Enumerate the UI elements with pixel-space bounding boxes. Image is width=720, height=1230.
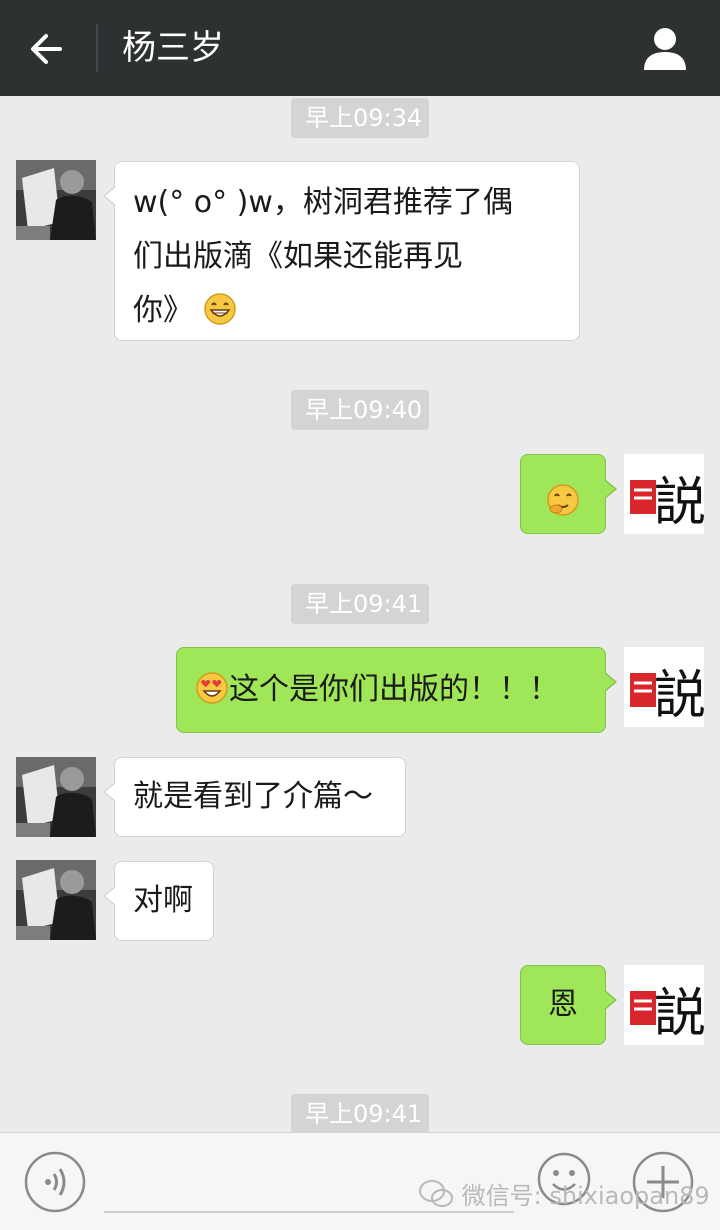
contact-photo-avatar	[16, 757, 96, 837]
timestamp: 早上09:40	[291, 390, 429, 430]
incoming-message-bubble[interactable]: 就是看到了介篇～	[103, 757, 406, 837]
self-avatar[interactable]: 説	[624, 454, 706, 534]
self-avatar[interactable]: 説	[624, 965, 706, 1045]
header-divider	[96, 24, 98, 72]
voice-icon	[24, 1151, 86, 1213]
contact-info-button[interactable]	[638, 24, 692, 74]
message-text: 你》	[133, 293, 193, 328]
avatar[interactable]	[16, 757, 96, 837]
outgoing-message-bubble[interactable]	[520, 454, 617, 534]
contact-photo-avatar	[16, 160, 96, 240]
timestamp: 早上09:41	[291, 1094, 429, 1134]
heart-eyes-emoji-icon	[196, 672, 228, 704]
avatar[interactable]	[16, 160, 96, 240]
chuckle-emoji-icon	[547, 484, 579, 516]
outgoing-message-bubble[interactable]: 这个是你们出版的！！！	[176, 647, 617, 733]
incoming-message-bubble[interactable]: 对啊	[103, 861, 214, 941]
shuo-logo-icon: 説	[624, 647, 706, 727]
grin-emoji-icon	[203, 293, 236, 325]
message-text: 就是看到了介篇～	[133, 779, 373, 814]
message-text-line: 们出版滴《如果还能再见	[133, 239, 463, 274]
contact-photo-avatar	[16, 860, 96, 940]
incoming-message-bubble[interactable]: w(° o° )w，树洞君推荐了偶 们出版滴《如果还能再见 你》	[103, 161, 580, 341]
timestamp: 早上09:41	[291, 584, 429, 624]
svg-text:説: 説	[654, 666, 704, 726]
message-text: 对啊	[133, 883, 193, 918]
logo-glyph: 説	[654, 473, 704, 533]
chat-title: 杨三岁	[122, 28, 224, 68]
back-button[interactable]	[22, 24, 72, 74]
back-arrow-icon	[31, 34, 62, 64]
watermark: 微信号: shixiaopan89	[418, 1176, 710, 1211]
timestamp: 早上09:34	[291, 98, 429, 138]
shuo-logo-icon: 説	[624, 965, 706, 1045]
message-text-line: 你》	[133, 284, 561, 338]
avatar[interactable]	[16, 860, 96, 940]
voice-input-button[interactable]	[24, 1151, 86, 1213]
message-text-line: w(° o° )w，树洞君推荐了偶	[133, 185, 513, 220]
self-avatar[interactable]: 説	[624, 647, 706, 727]
message-text: 这个是你们出版的！！！	[229, 672, 559, 707]
message-input[interactable]	[104, 1211, 514, 1213]
watermark-text: 微信号: shixiaopan89	[461, 1182, 710, 1210]
person-icon	[644, 28, 686, 70]
shuo-logo-icon: 説	[624, 454, 706, 534]
message-text: 恩	[548, 987, 578, 1022]
wechat-logo-icon	[419, 1179, 453, 1207]
chat-header: 杨三岁	[0, 0, 720, 96]
svg-text:説: 説	[654, 984, 704, 1044]
outgoing-message-bubble[interactable]: 恩	[520, 965, 617, 1045]
